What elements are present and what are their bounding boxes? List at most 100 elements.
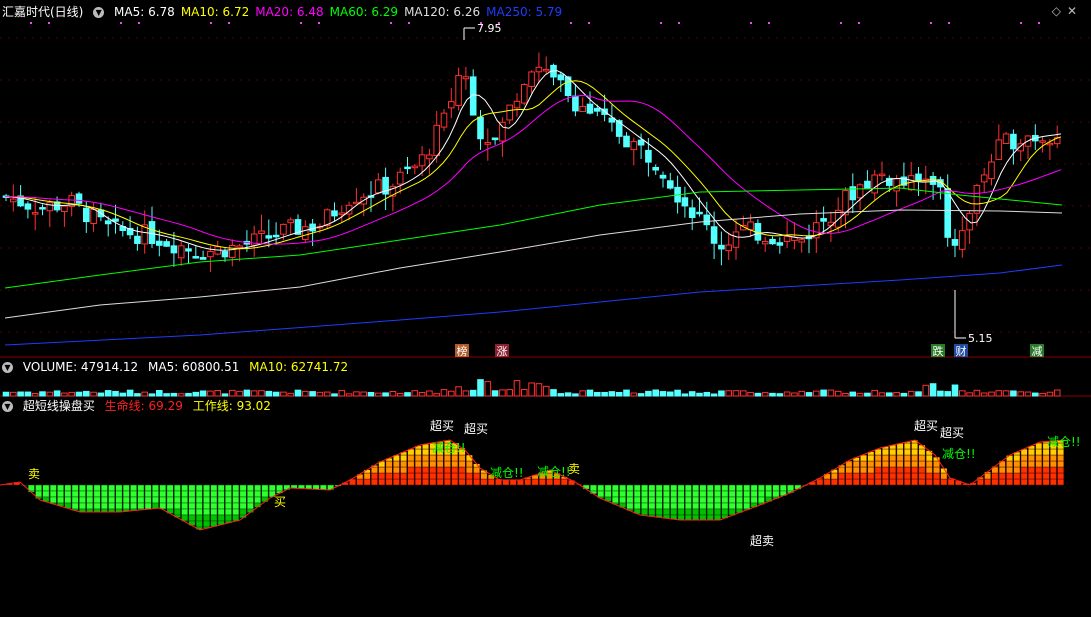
indicator-bar-up [1057,454,1065,462]
indicator-bar-up [378,478,386,486]
indicator-bar-up [838,466,846,474]
indicator-bar-up [1042,472,1050,480]
candle [404,166,411,170]
indicator-bar-up [940,478,948,486]
indicator-bar-up [480,472,488,480]
indicator-bar-up [874,460,882,468]
ma-label: MA10: 6.72 [180,5,250,19]
indicator-bar-up [444,478,451,486]
event-dot [228,22,230,24]
close-icon[interactable]: ✕ [1067,4,1083,18]
indicator-bar-up [889,472,897,480]
indicator-bar-up [458,454,466,462]
indicator-bar-up [852,460,860,468]
indicator-signal-label: 超卖 [750,533,774,548]
indicator-bar-down [254,490,262,498]
chevron-down-icon[interactable]: ▼ [2,362,13,373]
indicator-bar-down [743,502,751,510]
chevron-down-icon[interactable]: ▼ [93,7,105,18]
volume-bar [893,392,900,397]
indicator-bar-up [1020,466,1028,474]
indicator-bar-down [232,496,240,504]
indicator-bar-up [860,466,867,474]
candle [995,139,1003,160]
indicator-bar-up [363,478,371,486]
indicator-bar-up [1057,472,1065,480]
volume-bar [448,390,455,397]
indicator-bar-down [604,490,612,498]
indicator-bar-down [750,484,758,492]
indicator-bar-down [188,514,196,522]
volume-bar [813,390,820,397]
indicator-signal-label: 超买 [430,418,454,433]
ma-label: MA5: 6.78 [114,5,175,19]
volume-bar [652,389,660,397]
indicator-bar-up [874,472,882,480]
indicator-bar-up [546,478,554,486]
volume-bar [53,390,61,397]
volume-bar [944,391,952,397]
indicator-signal-label: 买 [274,495,286,509]
indicator-bar-up [1042,448,1050,456]
indicator-bar-down [239,490,247,498]
volume-bar [462,390,470,397]
indicator-bar-down [159,490,167,498]
candle [462,76,470,80]
indicator-title: 超短线操盘买 [22,399,95,413]
indicator-bar-down [641,508,648,516]
indicator-bar-up [896,472,904,480]
indicator-bar-down [765,490,773,498]
volume-bar [68,391,76,397]
indicator-bar-down [152,490,159,498]
candle [761,240,769,245]
indicator-bar-down [714,490,721,498]
indicator-bar-up [1035,460,1043,468]
event-dot [768,22,770,24]
indicator-bar-down [57,496,64,504]
indicator-bar-down [203,508,210,516]
indicator-bar-up [400,472,408,480]
indicator-bar-up [896,454,904,462]
indicator-bar-down [626,484,634,492]
volume-bar [937,390,944,397]
volume-bar [878,392,886,397]
volume-bar [703,391,711,397]
indicator-bar-down [714,484,721,492]
volume-bar [141,391,148,397]
indicator-bar-down [320,484,327,490]
candle [156,240,163,246]
indicator-signal-label: 减仓!! [1047,435,1081,449]
diamond-icon[interactable]: ◇ [1052,4,1067,18]
volume-bar [980,392,988,397]
indicator-bar-down [239,508,247,516]
volume-bar [594,391,601,397]
indicator-bar-down [685,514,692,521]
indicator-bar-up [458,466,466,474]
candle [426,154,433,160]
indicator-bar-down [86,502,94,510]
candle [448,101,455,109]
volume-bar [834,390,842,397]
indicator-bar-up [385,472,393,480]
volume-bar [207,390,214,397]
indicator-bar-down [706,496,714,504]
volume-bar [849,391,857,397]
indicator-bar-up [393,460,400,468]
indicator-bar-down [203,496,210,504]
candle [90,208,97,225]
event-dot [408,22,410,24]
indicator-bar-down [115,484,123,492]
indicator-bar-up [422,454,429,462]
indicator-bar-up [911,442,919,450]
chart-canvas[interactable]: 7.955.15榜涨跌财减卖买超买减仓!!超买减仓!! 减仓!!卖超卖超买 超买减仓… [0,0,1091,617]
indicator-bar-up [816,478,824,486]
chevron-down-icon[interactable]: ▼ [2,401,13,412]
volume-bar [17,391,24,397]
event-dot [660,22,662,24]
indicator-bar-down [35,484,43,492]
indicator-bar-up [444,460,451,468]
low-price-label: 5.15 [968,332,993,345]
indicator-bar-down [736,484,743,492]
indicator-bar-up [371,478,378,486]
indicator-bar-down [71,484,79,492]
